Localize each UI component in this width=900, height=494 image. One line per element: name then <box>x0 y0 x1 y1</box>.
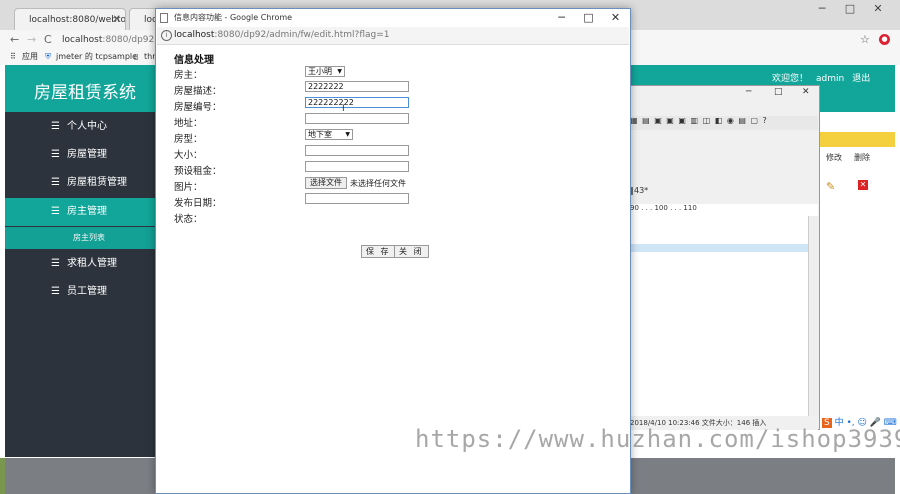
room-type-select[interactable]: 地下室 ▼ <box>305 129 353 140</box>
owner-label: 房主： <box>174 70 203 81</box>
sidebar-item-house[interactable]: ☰ 房屋管理 <box>5 141 157 169</box>
background-tab-1[interactable]: localhost:8080/webto ✕ <box>14 8 126 30</box>
col-edit: 修改 <box>826 153 842 162</box>
stack-icon: ☰ <box>51 258 60 269</box>
sidebar-subitem-owner-list[interactable]: 房主列表 <box>5 227 157 249</box>
sidebar-item-tenant[interactable]: ☰ 求租人管理 <box>5 250 157 278</box>
stack-icon: ☰ <box>51 286 60 297</box>
background-url[interactable]: localhost:8080/dp92 <box>62 35 154 45</box>
desktop-wallpaper <box>0 458 5 494</box>
user-bar: 欢迎您！ admin 退出 <box>772 71 878 84</box>
size-label: 大小： <box>174 150 203 161</box>
maximize-button[interactable]: □ <box>774 87 783 97</box>
bookmark-jmeter[interactable]: jmeter 的 tcpsample <box>56 49 137 65</box>
popup-window-controls: ─ □ ✕ <box>548 9 629 27</box>
table-toolbar <box>820 132 895 147</box>
house-code-label: 房屋编号： <box>174 102 222 113</box>
editor-scrollbar[interactable] <box>808 216 819 416</box>
owner-select[interactable]: 王小明 ▼ <box>305 66 345 77</box>
dropdown-arrow-icon: ▼ <box>337 68 342 75</box>
apps-icon[interactable]: ⠿ <box>10 49 16 65</box>
sidebar-item-label: 房主管理 <box>67 206 107 217</box>
url-host: localhost <box>174 30 215 40</box>
editor-titlebar: ─ □ ✕ <box>626 85 820 101</box>
info-icon[interactable]: i <box>161 30 172 41</box>
maximize-button[interactable]: □ <box>836 2 864 15</box>
address-input[interactable] <box>305 113 409 124</box>
delete-icon[interactable]: ✕ <box>858 180 868 190</box>
sidebar-item-staff[interactable]: ☰ 员工管理 <box>5 278 157 306</box>
sidebar-item-owner[interactable]: ☰ 房主管理 <box>5 198 157 226</box>
popup-title: 信息内容功能 - Google Chrome <box>174 13 293 22</box>
rent-input[interactable] <box>305 161 409 172</box>
size-input[interactable] <box>305 145 409 156</box>
bookmark-apps[interactable]: 应用 <box>22 49 38 65</box>
address-label: 地址： <box>174 118 203 129</box>
stack-icon: ☰ <box>51 206 60 217</box>
close-button[interactable]: ✕ <box>864 2 892 15</box>
stack-icon: ☰ <box>51 177 60 188</box>
forward-icon[interactable]: → <box>27 33 36 46</box>
url-path: :8080/dp92/admin/fw/edit.html?flag=1 <box>214 30 390 40</box>
stack-icon: ☰ <box>51 121 60 132</box>
minimize-button[interactable]: ─ <box>808 2 836 15</box>
minimize-button[interactable]: ─ <box>548 9 575 27</box>
close-form-button[interactable]: 关 闭 <box>394 245 429 258</box>
close-button[interactable]: ✕ <box>602 9 629 27</box>
save-button[interactable]: 保 存 <box>361 245 396 258</box>
rent-label: 预设租金： <box>174 166 222 177</box>
sidebar-item-rental[interactable]: ☰ 房屋租赁管理 <box>5 169 157 197</box>
choose-file-button[interactable]: 选择文件 <box>305 177 347 189</box>
col-delete: 删除 <box>854 153 870 162</box>
back-icon[interactable]: ← <box>10 33 19 46</box>
description-label: 房屋描述： <box>174 86 222 97</box>
publish-date-label: 发布日期： <box>174 198 222 209</box>
minimize-button[interactable]: ─ <box>746 87 751 97</box>
sidebar-item-personal[interactable]: ☰ 个人中心 <box>5 113 157 141</box>
editor-current-line <box>630 244 808 252</box>
image-label: 图片： <box>174 182 203 193</box>
editor-toolbar[interactable]: ▦ ▤ ▣ ▣ ▣ ▥ ◫ ◧ ◉ ▤ ▢ ? <box>630 116 818 130</box>
form-heading: 信息处理 <box>174 55 214 66</box>
page-icon: ▯ <box>134 52 139 61</box>
description-input[interactable]: 2222222 <box>305 81 409 92</box>
file-status: 未选择任何文件 <box>350 179 406 188</box>
star-icon[interactable]: ☆ <box>860 33 870 46</box>
shield-icon: ⛨ <box>45 52 51 61</box>
page-icon <box>160 13 168 23</box>
reload-icon[interactable]: C <box>44 33 52 46</box>
close-icon[interactable]: ✕ <box>113 9 121 30</box>
extension-icon[interactable]: ● <box>879 34 890 45</box>
username: admin <box>816 74 845 84</box>
house-code-input[interactable]: 222222222 <box>305 97 409 108</box>
table-header: 修改 删除 <box>820 152 882 168</box>
dropdown-arrow-icon: ▼ <box>345 131 350 138</box>
publish-date-input[interactable] <box>305 193 409 204</box>
stack-icon: ☰ <box>51 149 60 160</box>
tab-label: localhost:8080/webto <box>29 15 126 25</box>
watermark: https://www.huzhan.com/ishop39397 <box>415 425 900 453</box>
popup-url-bar[interactable]: localhost:8080/dp92/admin/fw/edit.html?f… <box>157 27 629 45</box>
pencil-icon[interactable]: ✎ <box>826 180 835 193</box>
sidebar-item-label: 员工管理 <box>67 286 107 297</box>
sidebar-item-label: 个人中心 <box>67 121 107 132</box>
room-type-label: 房型： <box>174 134 203 145</box>
sidebar-item-label: 房屋租赁管理 <box>67 177 127 188</box>
sidebar-item-label: 房屋管理 <box>67 149 107 160</box>
app-title: 房屋租赁系统 <box>34 83 136 103</box>
bookmark-thr[interactable]: thr <box>144 49 156 65</box>
close-button[interactable]: ✕ <box>802 87 810 97</box>
background-window-controls: ─ □ ✕ <box>808 2 892 15</box>
welcome-text: 欢迎您！ <box>772 74 809 84</box>
status-label: 状态： <box>174 214 203 225</box>
editor-tab[interactable]: ‖43* <box>630 186 648 195</box>
sidebar-item-label: 求租人管理 <box>67 258 117 269</box>
maximize-button[interactable]: □ <box>575 9 602 27</box>
logout-link[interactable]: 退出 <box>852 74 870 84</box>
